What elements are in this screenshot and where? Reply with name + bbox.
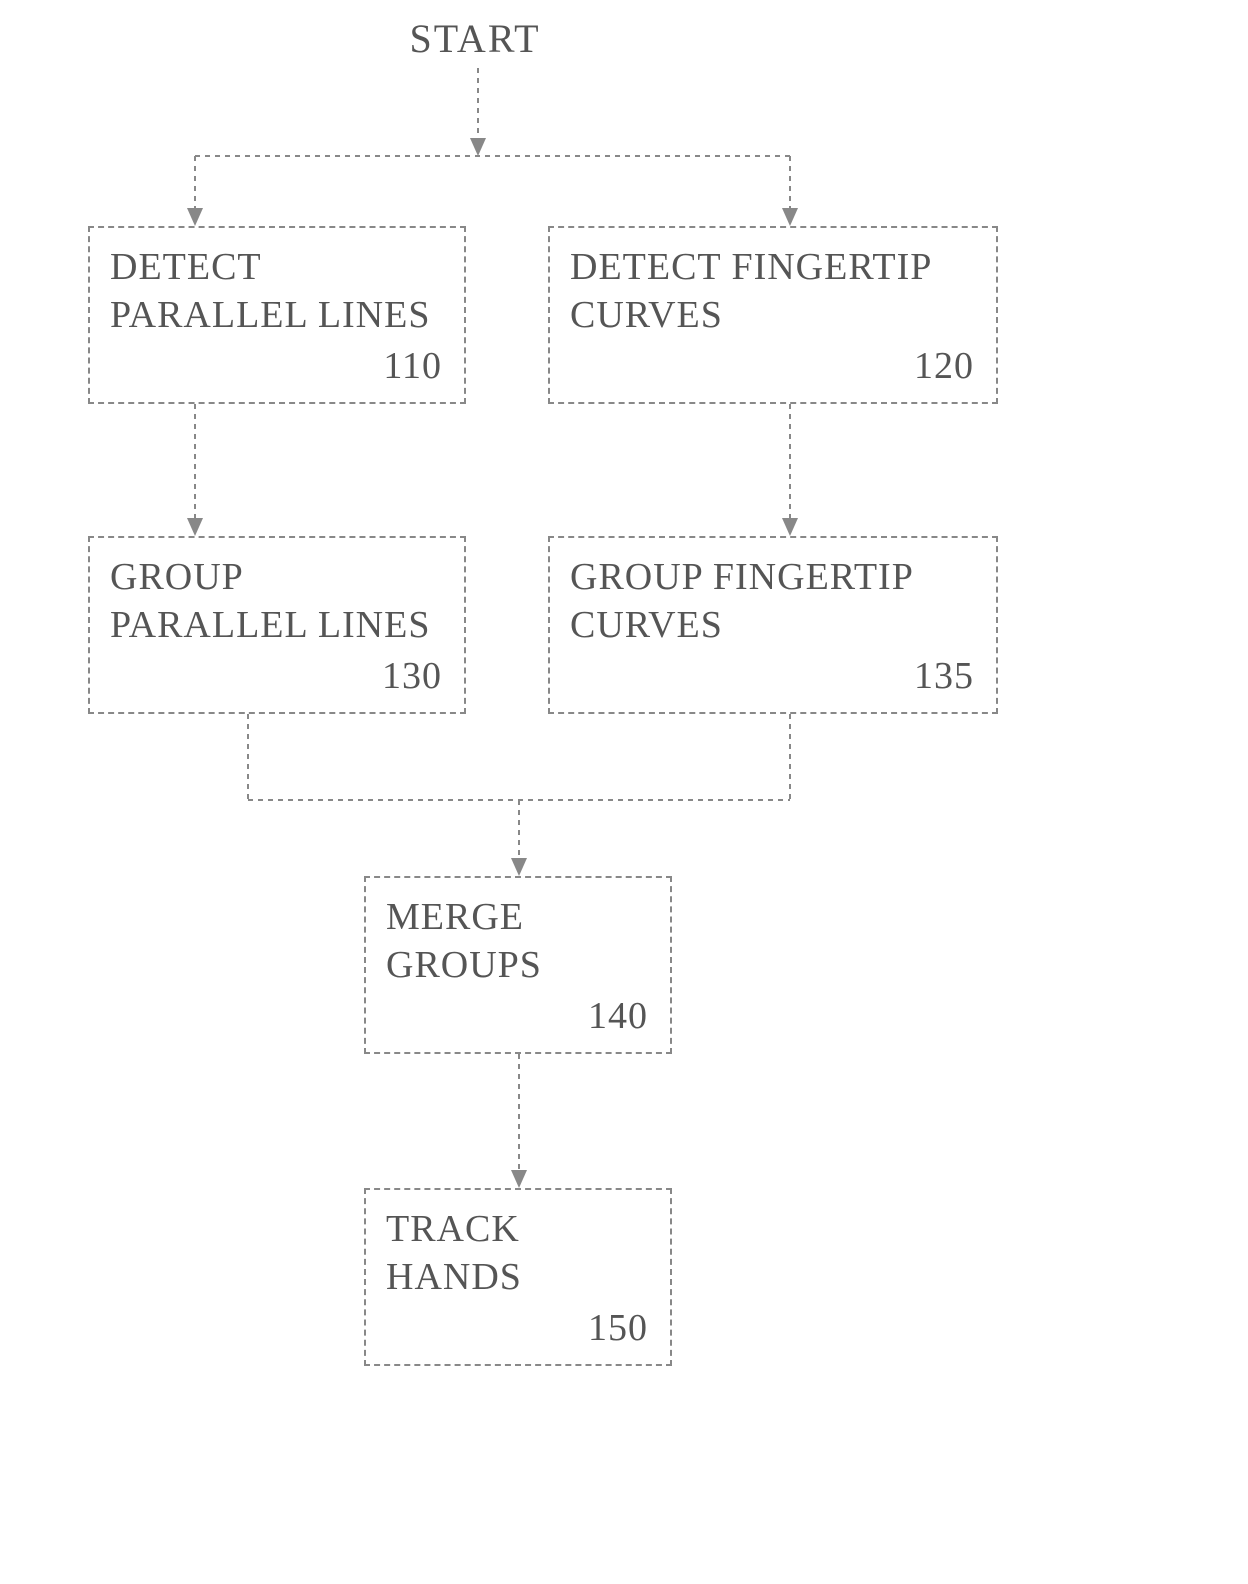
arrowhead-merge-down [511, 858, 527, 876]
box-detect-fingertip-curves: DETECT FINGERTIP CURVES 120 [548, 226, 998, 404]
box-merge-groups: MERGE GROUPS 140 [364, 876, 672, 1054]
arrowhead-110-130 [187, 518, 203, 536]
box-number: 150 [588, 1305, 648, 1353]
box-text: TRACK HANDS [386, 1208, 522, 1298]
box-text: GROUP PARALLEL LINES [110, 556, 430, 646]
box-text: GROUP FINGERTIP CURVES [570, 556, 912, 646]
arrowhead-start-down [470, 138, 486, 156]
box-detect-parallel-lines: DETECT PARALLEL LINES 110 [88, 226, 466, 404]
box-track-hands: TRACK HANDS 150 [364, 1188, 672, 1366]
box-text: DETECT FINGERTIP CURVES [570, 246, 931, 336]
box-number: 110 [383, 343, 442, 391]
flowchart-canvas: START DETECT PARALLEL LINES [0, 0, 1248, 1584]
arrowhead-to-120 [782, 208, 798, 226]
arrowhead-120-135 [782, 518, 798, 536]
box-text: MERGE GROUPS [386, 896, 542, 986]
box-number: 120 [914, 343, 974, 391]
arrowhead-to-110 [187, 208, 203, 226]
start-label: START [395, 15, 555, 62]
arrowhead-140-150 [511, 1170, 527, 1188]
box-text: DETECT PARALLEL LINES [110, 246, 430, 336]
box-number: 140 [588, 993, 648, 1041]
box-group-parallel-lines: GROUP PARALLEL LINES 130 [88, 536, 466, 714]
box-number: 135 [914, 653, 974, 701]
box-number: 130 [382, 653, 442, 701]
box-group-fingertip-curves: GROUP FINGERTIP CURVES 135 [548, 536, 998, 714]
